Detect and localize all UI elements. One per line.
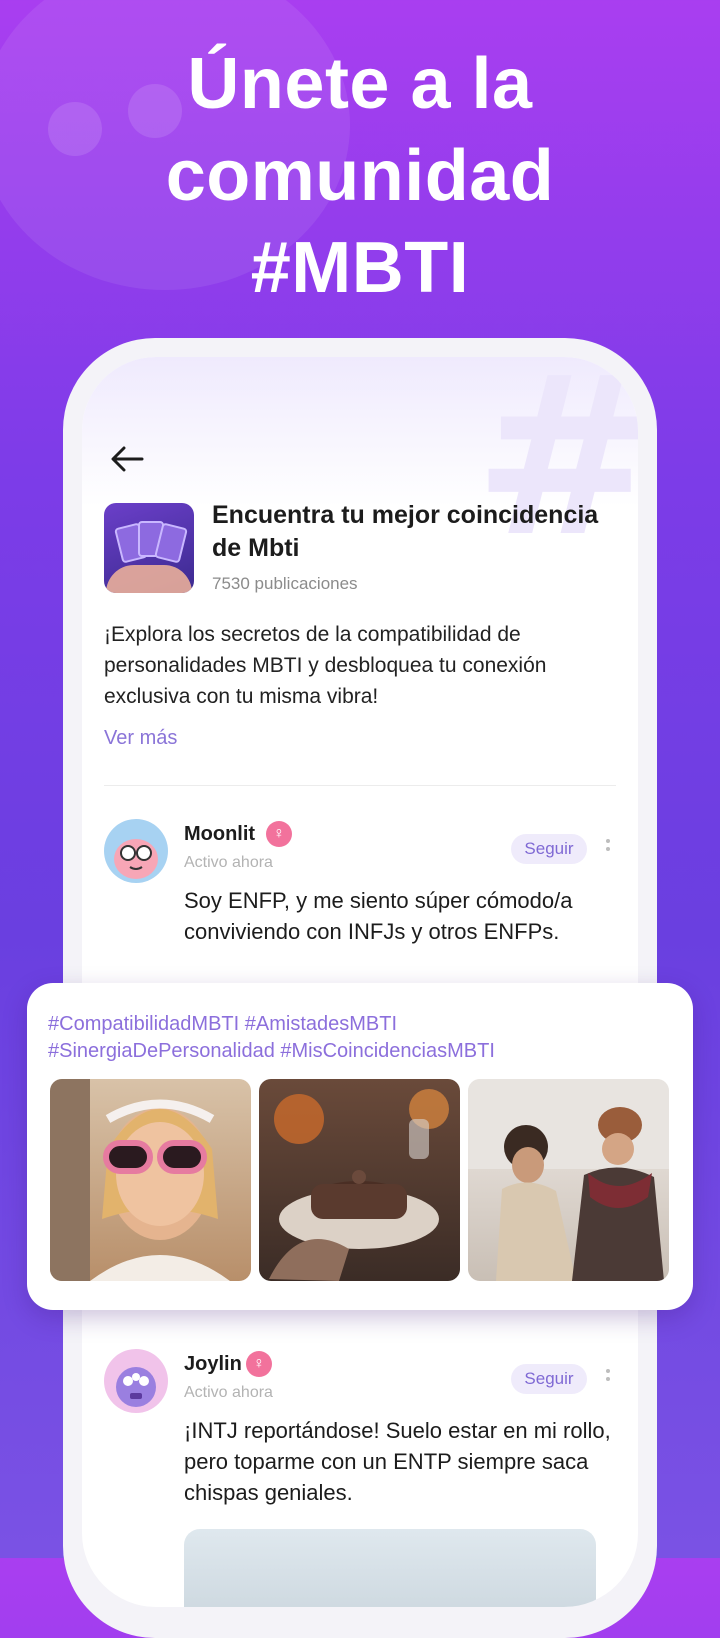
photo-dinner-table[interactable] (259, 1079, 460, 1281)
username[interactable]: Joylin (184, 1353, 242, 1376)
post-text: ¡INTJ reportándose! Suelo estar en mi ro… (184, 1418, 611, 1505)
see-more-link[interactable]: Ver más (104, 727, 177, 750)
headline-line-1: Únete a la (187, 44, 533, 124)
avatar[interactable] (104, 819, 168, 883)
post-card: Joylin ♀ Activo ahora Seguir ¡INTJ repor… (104, 1349, 624, 1529)
headline-line-3: #MBTI (250, 228, 470, 308)
kebab-menu-icon[interactable] (606, 839, 612, 855)
hashtag-line-1[interactable]: #CompatibilidadMBTI #AmistadesMBTI (48, 1011, 678, 1038)
topic-post-count: 7530 publicaciones (212, 574, 358, 593)
female-symbol-icon: ♀ (266, 821, 292, 847)
monster-avatar-icon (114, 839, 158, 879)
photo-girl-sunglasses[interactable] (50, 1079, 251, 1281)
phone-screen: # Encuentra tu mejor coincidencia de Mbt… (82, 357, 638, 1607)
photo-couple-hug[interactable] (468, 1079, 669, 1281)
kebab-menu-icon[interactable] (606, 1369, 612, 1385)
divider (104, 785, 616, 786)
hashtags: #CompatibilidadMBTI #AmistadesMBTI #Sine… (48, 1011, 678, 1065)
post-image[interactable] (184, 1529, 596, 1607)
hashtag-line-2[interactable]: #SinergiaDePersonalidad #MisCoincidencia… (48, 1038, 678, 1065)
follow-button[interactable]: Seguir (511, 834, 587, 864)
arrow-left-icon[interactable] (110, 445, 144, 473)
activity-status: Activo ahora (184, 854, 273, 871)
headline-line-2: comunidad (165, 136, 555, 216)
monster-avatar-icon (116, 1367, 156, 1407)
table-setting-image (269, 1089, 449, 1281)
headline: Únete a la comunidad #MBTI (0, 38, 720, 314)
girl-portrait-image (50, 1079, 230, 1281)
activity-status: Activo ahora (184, 1384, 273, 1401)
topic-title: Encuentra tu mejor coincidencia de Mbti (212, 501, 599, 562)
post-card: Moonlit ♀ Activo ahora Seguir Soy ENFP, … (104, 819, 624, 959)
follow-button[interactable]: Seguir (511, 1364, 587, 1394)
username[interactable]: Moonlit (184, 823, 255, 846)
topic-description: ¡Explora los secretos de la compatibilid… (104, 623, 547, 708)
avatar[interactable] (104, 1349, 168, 1413)
hashtag-photo-card: #CompatibilidadMBTI #AmistadesMBTI #Sine… (27, 983, 693, 1310)
post-text: Soy ENFP, y me siento súper cómodo/a con… (184, 888, 573, 944)
topic-thumbnail (104, 503, 194, 593)
couple-hug-image (468, 1079, 669, 1281)
hands-shape (106, 565, 192, 593)
female-symbol-icon: ♀ (246, 1351, 272, 1377)
